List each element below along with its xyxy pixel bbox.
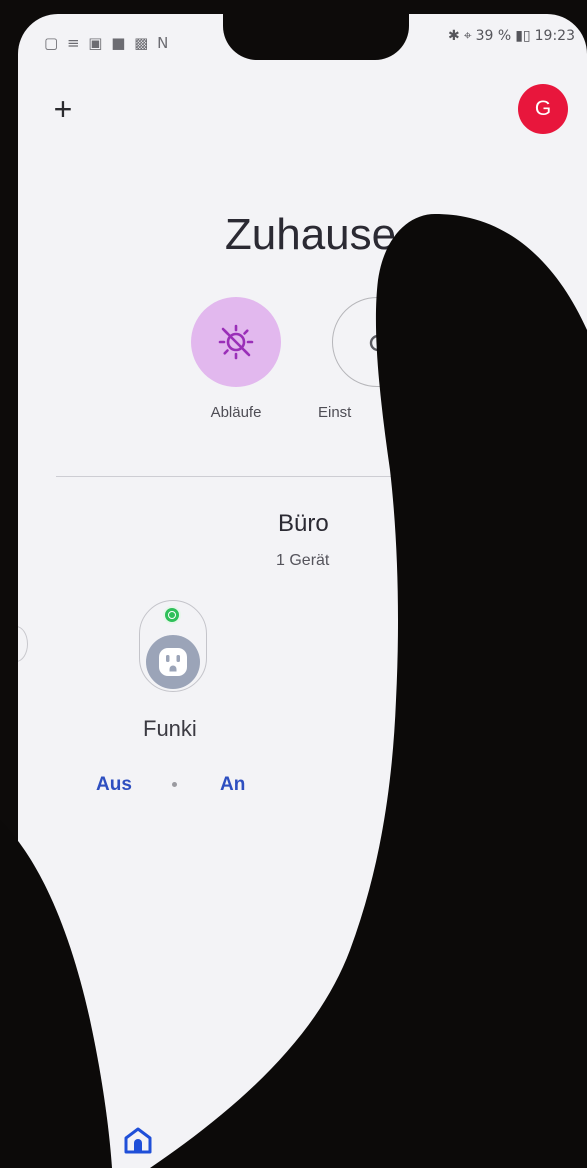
finger-occlusion [0,214,587,1168]
